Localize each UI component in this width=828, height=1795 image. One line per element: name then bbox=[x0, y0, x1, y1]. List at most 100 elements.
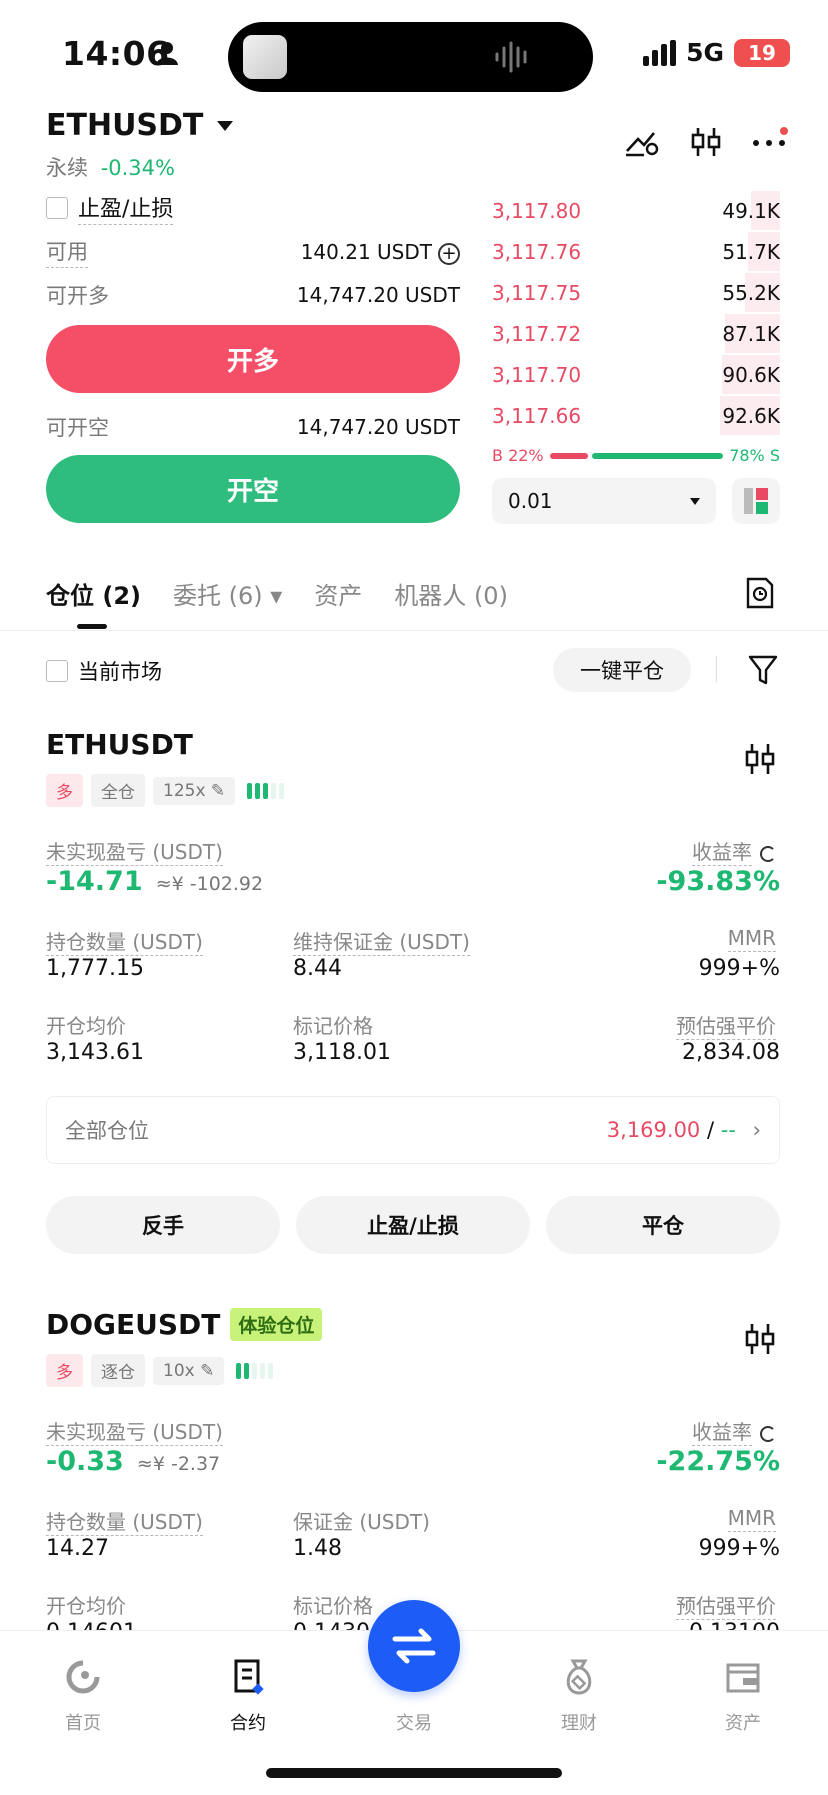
available-label: 可用 bbox=[46, 236, 88, 268]
trend-alert-icon[interactable] bbox=[624, 127, 660, 157]
candlestick-chart-icon bbox=[745, 744, 775, 774]
ask-row[interactable]: 3,117.70 90.6K bbox=[492, 354, 780, 395]
position-tabs: 仓位 (2) 委托 (6) ▾ 资产 机器人 (0) bbox=[46, 576, 508, 611]
caret-down-icon bbox=[217, 120, 234, 131]
open-short-button[interactable]: 开空 bbox=[46, 455, 460, 523]
home-icon bbox=[66, 1660, 100, 1694]
mark-price-label: 标记价格 bbox=[293, 1594, 373, 1618]
caret-down-icon bbox=[690, 497, 700, 505]
nav-contract[interactable]: 合约 bbox=[203, 1655, 293, 1735]
tabs-divider bbox=[0, 630, 828, 631]
tab-orders[interactable]: 委托 (6) ▾ bbox=[173, 576, 282, 611]
chevron-right-icon: › bbox=[752, 1118, 761, 1142]
max-short-row: 可开空 14,747.20 USDT bbox=[46, 412, 460, 442]
person-icon bbox=[155, 40, 179, 70]
mmr-label: MMR bbox=[727, 1506, 776, 1532]
roe-label: 收益率 bbox=[692, 836, 776, 866]
liq-price-label: 预估强平价 bbox=[676, 1594, 776, 1620]
mmr-value: 999+% bbox=[698, 956, 780, 981]
buy-ratio-bar bbox=[549, 452, 588, 459]
battery-icon: 19 bbox=[734, 38, 790, 67]
margin-value: 8.44 bbox=[293, 956, 342, 981]
symbol-subtitle: 永续 -0.34% bbox=[46, 152, 175, 182]
refresh-icon[interactable] bbox=[760, 845, 776, 862]
tab-positions[interactable]: 仓位 (2) bbox=[46, 576, 141, 611]
tp-sl-checkbox[interactable] bbox=[46, 197, 68, 219]
ask-row[interactable]: 3,117.72 87.1K bbox=[492, 313, 780, 354]
ask-row[interactable]: 3,117.66 92.6K bbox=[492, 395, 780, 436]
quantity-step-select[interactable]: 0.01 bbox=[492, 478, 716, 524]
swap-arrows-icon bbox=[392, 1628, 436, 1664]
trade-button[interactable] bbox=[368, 1600, 460, 1692]
history-button[interactable] bbox=[744, 576, 776, 614]
active-tab-indicator bbox=[77, 624, 107, 629]
history-doc-icon bbox=[746, 577, 774, 609]
size-value: 14.27 bbox=[46, 1536, 109, 1561]
current-market-filter[interactable]: 当前市场 bbox=[46, 656, 162, 686]
ask-size: 51.7K bbox=[722, 239, 780, 264]
dynamic-island bbox=[228, 22, 593, 92]
symbol-name: ETHUSDT bbox=[46, 108, 204, 143]
sl-price: -- bbox=[720, 1118, 736, 1142]
add-funds-icon[interactable]: + bbox=[438, 242, 460, 265]
ask-row[interactable]: 3,117.76 51.7K bbox=[492, 231, 780, 272]
header-actions bbox=[624, 126, 788, 158]
position-chart-button[interactable] bbox=[744, 1322, 776, 1360]
divider bbox=[716, 656, 717, 682]
close-position-button[interactable]: 平仓 bbox=[546, 1196, 780, 1254]
nav-assets[interactable]: 资产 bbox=[698, 1655, 788, 1735]
size-label: 持仓数量 (USDT) bbox=[46, 930, 203, 956]
mmr-value: 999+% bbox=[698, 1536, 780, 1561]
position-symbol[interactable]: ETHUSDT bbox=[46, 728, 193, 761]
cellular-signal-icon bbox=[643, 39, 677, 66]
nav-trade-label-wrap[interactable]: 交易 bbox=[369, 1709, 459, 1735]
roe-value: -22.75% bbox=[656, 1446, 780, 1477]
leverage-badge[interactable]: 10x ✎ bbox=[153, 1356, 225, 1385]
tpsl-prices: 3,169.00 / -- › bbox=[607, 1118, 761, 1142]
tp-sl-button[interactable]: 止盈/止损 bbox=[296, 1196, 530, 1254]
all-positions-tpsl-row[interactable]: 全部仓位 3,169.00 / -- › bbox=[46, 1096, 780, 1164]
ask-price: 3,117.76 bbox=[492, 239, 582, 264]
more-icon[interactable] bbox=[752, 127, 788, 157]
mmr-label: MMR bbox=[727, 926, 776, 952]
leverage-badge[interactable]: 125x ✎ bbox=[153, 776, 236, 805]
price-change: -0.34% bbox=[100, 156, 175, 180]
ask-row[interactable]: 3,117.75 55.2K bbox=[492, 272, 780, 313]
ask-row[interactable]: 3,117.80 49.1K bbox=[492, 190, 780, 231]
home-indicator bbox=[266, 1768, 562, 1778]
buy-ratio-label: B 22% bbox=[492, 446, 544, 465]
nav-finance[interactable]: 理财 bbox=[534, 1655, 624, 1735]
all-positions-label: 全部仓位 bbox=[65, 1119, 149, 1143]
orderbook-layout-icon bbox=[744, 488, 768, 514]
refresh-icon[interactable] bbox=[760, 1425, 776, 1442]
unrealized-pnl: -14.71 ≈¥ -102.92 bbox=[46, 866, 263, 897]
candlestick-chart-icon[interactable] bbox=[690, 126, 722, 158]
position-chart-button[interactable] bbox=[744, 742, 776, 780]
entry-price-value: 3,143.61 bbox=[46, 1040, 144, 1065]
ask-size: 87.1K bbox=[722, 321, 780, 346]
edit-icon: ✎ bbox=[210, 780, 226, 801]
tab-assets[interactable]: 资产 bbox=[314, 576, 362, 611]
position-tags: 多 逐仓 10x ✎ bbox=[46, 1354, 274, 1387]
trial-position-badge: 体验仓位 bbox=[230, 1308, 323, 1341]
position-symbol[interactable]: DOGEUSDT 体验仓位 bbox=[46, 1308, 323, 1341]
available-row: 可用 140.21 USDT + bbox=[46, 236, 460, 268]
unrealized-pnl-cny: ≈¥ -2.37 bbox=[136, 1453, 221, 1475]
roe-label: 收益率 bbox=[692, 1416, 776, 1446]
tp-sl-toggle[interactable]: 止盈/止损 bbox=[46, 191, 174, 225]
max-long-value: 14,747.20 USDT bbox=[296, 283, 460, 307]
orderbook-layout-button[interactable] bbox=[732, 478, 780, 524]
nav-home[interactable]: 首页 bbox=[38, 1655, 128, 1735]
unrealized-pnl-value: -0.33 bbox=[46, 1446, 124, 1477]
symbol-selector[interactable]: ETHUSDT bbox=[46, 108, 234, 143]
tab-bots[interactable]: 机器人 (0) bbox=[394, 576, 508, 611]
network-type: 5G bbox=[686, 38, 724, 67]
filter-button[interactable] bbox=[748, 654, 778, 690]
wallet-icon bbox=[726, 1663, 760, 1693]
open-long-button[interactable]: 开多 bbox=[46, 325, 460, 393]
close-all-button[interactable]: 一键平仓 bbox=[553, 648, 691, 692]
current-market-checkbox[interactable] bbox=[46, 660, 68, 682]
margin-label: 保证金 (USDT) bbox=[293, 1510, 430, 1534]
mark-price-label: 标记价格 bbox=[293, 1014, 373, 1038]
reverse-button[interactable]: 反手 bbox=[46, 1196, 280, 1254]
